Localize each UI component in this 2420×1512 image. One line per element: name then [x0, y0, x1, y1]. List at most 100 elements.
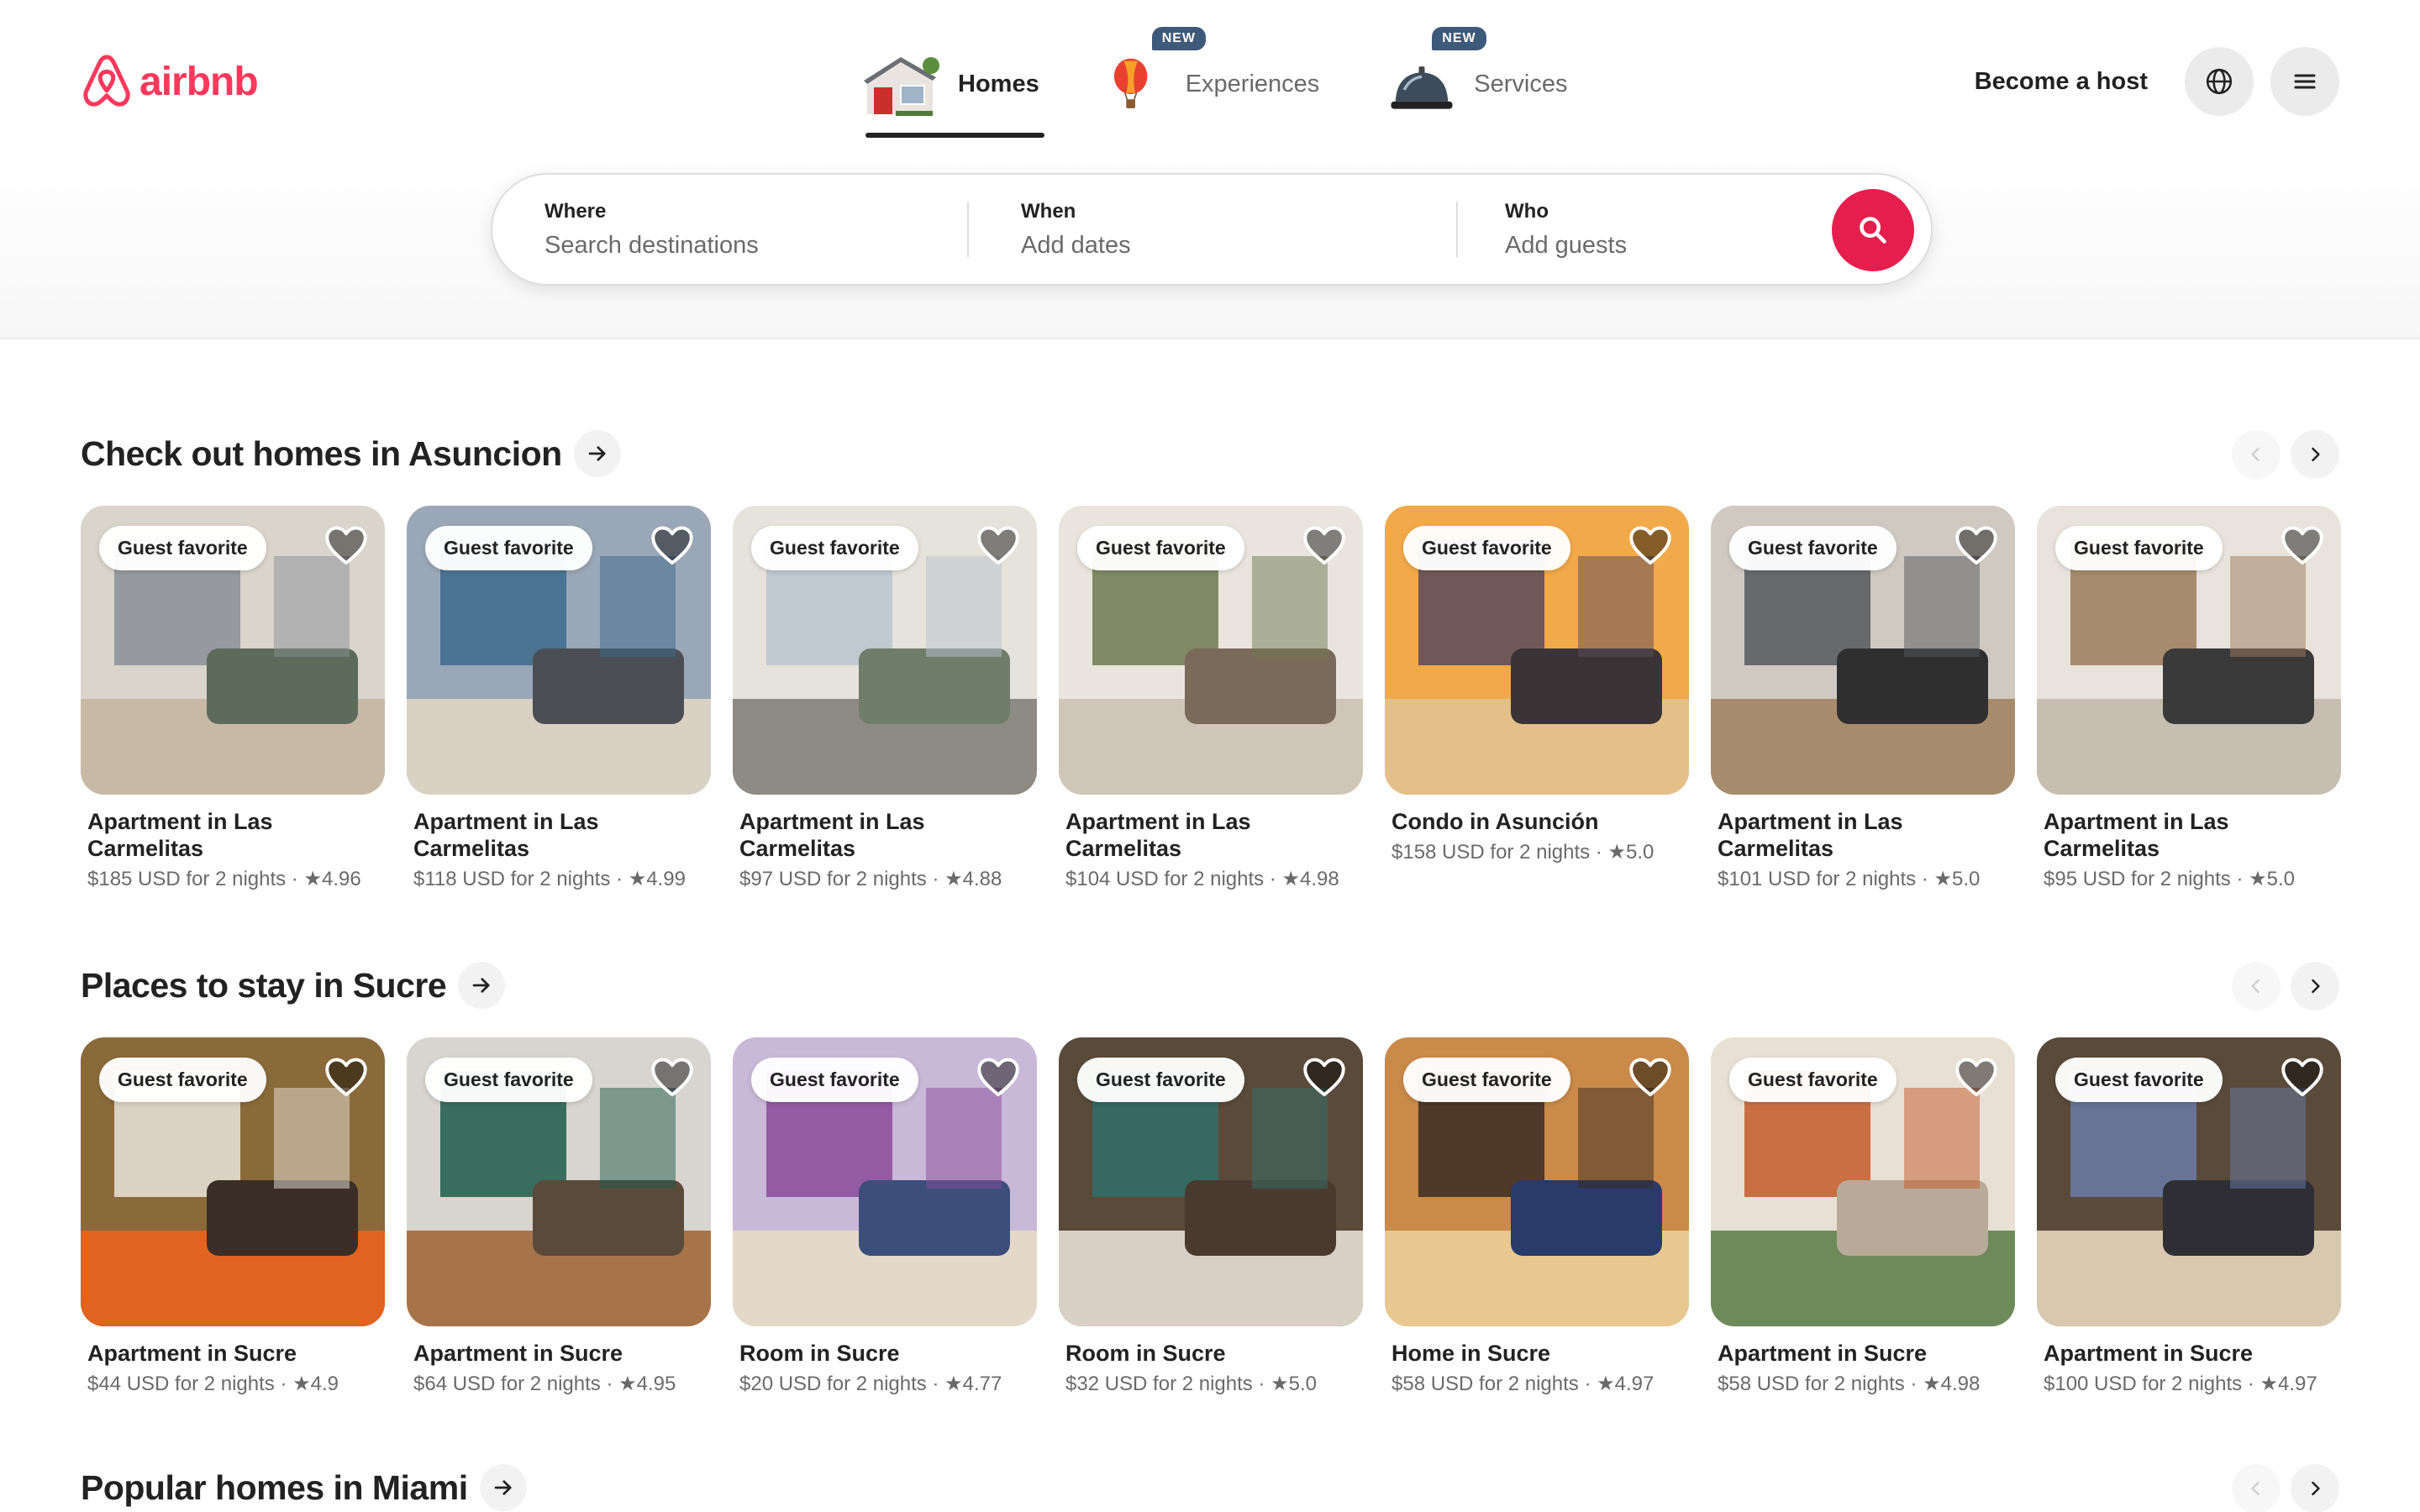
listing-photo[interactable]: Guest favorite	[81, 506, 385, 795]
heart-icon[interactable]	[2281, 1056, 2324, 1098]
separator-dot: ·	[2242, 1373, 2260, 1395]
main-menu-button[interactable]	[2270, 47, 2339, 116]
star-icon: ★	[2249, 868, 2267, 890]
listing-photo[interactable]: Guest favorite	[1059, 506, 1363, 795]
heart-icon[interactable]	[650, 1056, 694, 1098]
guest-favorite-badge: Guest favorite	[99, 526, 266, 570]
listing-photo[interactable]: Guest favorite	[1711, 1037, 2015, 1326]
listing-meta: $118 USD for 2 nights · ★4.99	[407, 867, 711, 891]
section-title[interactable]: Check out homes in Asuncion	[81, 434, 562, 474]
listing-card[interactable]: Guest favorite Apartment in Las Carmelita…	[407, 506, 711, 891]
heart-icon[interactable]	[1302, 1056, 1346, 1098]
listing-photo[interactable]: Guest favorite	[733, 506, 1037, 795]
listing-title: Apartment in Sucre	[87, 1341, 297, 1366]
heart-icon[interactable]	[650, 524, 694, 566]
carousel-prev-button[interactable]	[2232, 962, 2281, 1011]
listing-photo[interactable]: Guest favorite	[407, 1037, 711, 1326]
listing-title: Apartment in Sucre	[2044, 1341, 2254, 1366]
listing-card[interactable]: Guest favorite Apartment in Las Carmelita…	[1059, 506, 1363, 891]
heart-icon[interactable]	[976, 524, 1020, 566]
listing-title: Apartment in Las Carmelitas	[413, 809, 599, 861]
heart-icon[interactable]	[1954, 524, 1998, 566]
carousel-prev-button[interactable]	[2232, 430, 2281, 479]
listing-price: $100 USD for 2 nights	[2044, 1373, 2243, 1395]
listing-card[interactable]: Guest favorite Apartment in Las Carmelita…	[733, 506, 1037, 891]
tab-homes[interactable]: Homes	[857, 34, 1044, 138]
listing-card[interactable]: Guest favorite Apartment in Sucre $64 USD …	[407, 1037, 711, 1396]
listing-price: $44 USD for 2 nights	[87, 1373, 275, 1395]
section-link-button[interactable]	[573, 430, 621, 477]
guest-favorite-badge: Guest favorite	[1077, 526, 1244, 570]
airbnb-logo[interactable]: airbnb	[81, 52, 259, 111]
search-who[interactable]: Who Add guests	[1458, 175, 1828, 284]
listing-card[interactable]: Guest favorite Apartment in Sucre $44 USD …	[81, 1037, 385, 1396]
separator-dot: ·	[600, 1373, 619, 1395]
listing-card[interactable]: Guest favorite Room in Sucre $32 USD for 2…	[1059, 1037, 1363, 1396]
section-header: Places to stay in Sucre	[81, 960, 2339, 1011]
heart-icon[interactable]	[1302, 524, 1346, 566]
guest-favorite-badge: Guest favorite	[2055, 526, 2223, 570]
listing-rating: 5.0	[2266, 868, 2296, 890]
heart-icon[interactable]	[324, 1056, 368, 1098]
guest-favorite-badge: Guest favorite	[1403, 1058, 1570, 1102]
arrow-right-icon	[472, 978, 490, 993]
listing-photo[interactable]: Guest favorite	[1711, 506, 2015, 795]
listing-photo[interactable]: Guest favorite	[1385, 1037, 1689, 1326]
section-title[interactable]: Places to stay in Sucre	[81, 966, 447, 1005]
who-input[interactable]: Add guests	[1505, 232, 1828, 260]
separator-dot: ·	[286, 868, 304, 890]
listing-card[interactable]: Guest favorite Apartment in Sucre $58 USD …	[1711, 1037, 2015, 1396]
guest-favorite-badge: Guest favorite	[751, 1058, 918, 1102]
search-when[interactable]: When Add dates	[969, 175, 1456, 284]
guest-favorite-badge: Guest favorite	[99, 1058, 266, 1102]
carousel-next-button[interactable]	[2291, 962, 2339, 1011]
guest-favorite-badge: Guest favorite	[2055, 1058, 2223, 1102]
heart-icon[interactable]	[1954, 1056, 1998, 1098]
heart-icon[interactable]	[1628, 1056, 1672, 1098]
listing-card[interactable]: Guest favorite Home in Sucre $58 USD for 2…	[1385, 1037, 1689, 1396]
listing-photo[interactable]: Guest favorite	[733, 1037, 1037, 1326]
airbnb-logo-icon	[83, 55, 130, 107]
listing-photo[interactable]: Guest favorite	[1059, 1037, 1363, 1326]
star-icon: ★	[1923, 1373, 1941, 1395]
listing-photo[interactable]: Guest favorite	[81, 1037, 385, 1326]
listing-photo[interactable]: Guest favorite	[407, 506, 711, 795]
listing-card[interactable]: Guest favorite Room in Sucre $20 USD for 2…	[733, 1037, 1037, 1396]
listing-title: Apartment in Sucre	[1718, 1341, 1928, 1366]
listing-card[interactable]: Guest favorite Apartment in Las Carmelita…	[81, 506, 385, 891]
tab-services[interactable]: NEW Services	[1383, 27, 1572, 134]
section-title[interactable]: Popular homes in Miami	[81, 1468, 468, 1508]
search-button[interactable]	[1832, 189, 1914, 271]
listing-rating: 4.88	[962, 868, 1002, 890]
listing-card[interactable]: Guest favorite Condo in Asunción $158 USD …	[1385, 506, 1689, 891]
listing-photo[interactable]: Guest favorite	[1385, 506, 1689, 795]
heart-icon[interactable]	[976, 1056, 1020, 1098]
listing-card[interactable]: Guest favorite Apartment in Las Carmelita…	[2037, 506, 2341, 891]
where-input[interactable]: Search destinations	[544, 232, 967, 260]
when-label: When	[1021, 199, 1076, 223]
carousel-next-button[interactable]	[2291, 1464, 2339, 1512]
star-icon: ★	[1281, 868, 1300, 890]
when-input[interactable]: Add dates	[1021, 232, 1456, 260]
guest-favorite-badge: Guest favorite	[1729, 526, 1897, 570]
carousel-next-button[interactable]	[2291, 430, 2339, 479]
heart-icon[interactable]	[2281, 524, 2324, 566]
search-where[interactable]: Where Search destinations	[492, 175, 967, 284]
heart-icon[interactable]	[324, 524, 368, 566]
listing-photo[interactable]: Guest favorite	[2037, 1037, 2341, 1326]
tab-experiences[interactable]: NEW Experiences	[1103, 27, 1325, 134]
listing-card[interactable]: Guest favorite Apartment in Sucre $100 USD…	[2037, 1037, 2341, 1396]
listing-title: Apartment in Sucre	[413, 1341, 623, 1366]
carousel-prev-button[interactable]	[2232, 1464, 2281, 1512]
listing-photo[interactable]: Guest favorite	[2037, 506, 2341, 795]
section-link-button[interactable]	[458, 962, 506, 1009]
heart-icon[interactable]	[1628, 524, 1672, 566]
listing-price: $58 USD for 2 nights	[1392, 1373, 1579, 1395]
star-icon: ★	[2260, 1373, 2278, 1395]
listing-meta: $95 USD for 2 nights · ★5.0	[2037, 867, 2341, 891]
listing-card[interactable]: Guest favorite Apartment in Las Carmelita…	[1711, 506, 2015, 891]
become-a-host-link[interactable]: Become a host	[1954, 51, 2168, 113]
section-link-button[interactable]	[479, 1464, 527, 1511]
separator-dot: ·	[2230, 868, 2249, 890]
language-button[interactable]	[2185, 47, 2254, 116]
